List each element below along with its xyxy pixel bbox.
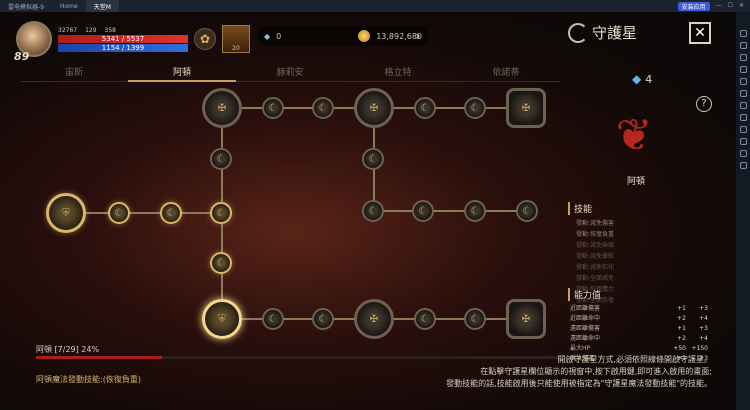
star-name: 阿頓 xyxy=(626,177,645,187)
star-node-selected[interactable]: ⛨ xyxy=(202,299,242,339)
aton-emblem-icon: ❦ xyxy=(615,109,653,161)
star-node[interactable]: ✠ xyxy=(354,88,394,128)
tab-game[interactable]: 天堂M xyxy=(85,0,119,12)
star-node-unlocked[interactable]: ☾ xyxy=(210,252,232,274)
stat-row: 最大HP +50 +150 xyxy=(570,345,708,352)
star-node[interactable]: ☾ xyxy=(464,308,486,330)
constellation-tree: ✠ ☾ ☾ ✠ ☾ ☾ ✠ ☾ ☾ ⛨ ☾ ☾ ☾ ☾ ☾ ☾ ☾ ☾ ⛨ ☾ … xyxy=(0,12,560,372)
sidebar-tool-icon[interactable] xyxy=(739,30,747,37)
star-node[interactable]: ☾ xyxy=(412,200,434,222)
emulator-sidebar xyxy=(736,12,750,410)
star-node[interactable]: ✠ xyxy=(202,88,242,128)
star-node[interactable]: ✠ xyxy=(354,299,394,339)
star-node[interactable]: ☾ xyxy=(262,308,284,330)
star-node[interactable]: ☾ xyxy=(464,97,486,119)
crystal-icon: ◆ xyxy=(632,72,642,86)
star-node-unlocked[interactable]: ☾ xyxy=(210,202,232,224)
skill-item: 發動:全面減免 xyxy=(576,275,615,282)
stats-heading: 能力值 xyxy=(568,288,601,301)
star-node[interactable]: ☾ xyxy=(312,97,334,119)
star-detail-panel: ◆ 4 ? ❦ 阿頓 技能 發動:減免傷害 發動:恢復負重 發動:減免麻痺 發動… xyxy=(566,72,716,372)
star-node-unlocked[interactable]: ☾ xyxy=(108,202,130,224)
star-node[interactable]: ☾ xyxy=(312,308,334,330)
page-title: 守護星 xyxy=(568,22,637,43)
sidebar-tool-icon[interactable] xyxy=(739,66,747,73)
star-node[interactable]: ☾ xyxy=(362,200,384,222)
star-node[interactable]: ☾ xyxy=(262,97,284,119)
star-node[interactable]: ☾ xyxy=(464,200,486,222)
guardian-logo-icon xyxy=(568,22,588,43)
sidebar-tool-icon[interactable] xyxy=(739,162,747,169)
stat-row: 近距離傷害 +1 +3 xyxy=(570,305,708,312)
star-node[interactable]: ✠ xyxy=(506,299,546,339)
skill-item: 發動:減免石化 xyxy=(576,264,615,271)
sidebar-tool-icon[interactable] xyxy=(739,102,747,109)
sidebar-tool-icon[interactable] xyxy=(739,42,747,49)
emulator-titlebar: 雷电模拟器-9 Home 天堂M 安装应用 — ☐ ✕ xyxy=(0,0,750,12)
skill-item: 發動:減免傷害 xyxy=(576,220,615,227)
emulator-app-title: 雷电模拟器-9 xyxy=(8,3,44,11)
install-app-button[interactable]: 安装应用 xyxy=(677,1,710,11)
crystal-counter: ◆ 4 xyxy=(632,72,653,86)
sidebar-tool-icon[interactable] xyxy=(739,78,747,85)
close-button[interactable]: ✕ xyxy=(689,22,711,44)
sidebar-tool-icon[interactable] xyxy=(739,114,747,121)
stat-row: 遠距離傷害 +1 +3 xyxy=(570,325,708,332)
help-button[interactable]: ? xyxy=(696,96,712,112)
star-node[interactable]: ☾ xyxy=(516,200,538,222)
star-node[interactable]: ☾ xyxy=(210,148,232,170)
skill-item: 發動:減免暈眩 xyxy=(576,253,615,260)
skill-item: 發動:恢復負重 xyxy=(576,231,615,238)
path-line xyxy=(66,212,222,214)
path-line xyxy=(373,210,528,212)
tab-home[interactable]: Home xyxy=(52,0,86,12)
stat-list: 近距離傷害 +1 +3 近距離命中 +2 +4 遠距離傷害 +1 +3 遠距離命中 +2 +4 … xyxy=(570,304,708,364)
skills-heading: 技能 xyxy=(568,202,592,215)
minimize-icon[interactable]: — xyxy=(716,2,722,11)
window-close-icon[interactable]: ✕ xyxy=(739,2,744,11)
star-node[interactable]: ☾ xyxy=(414,308,436,330)
game-screen: 89 32767 129 358 5341 / 5537 1154 / 1399… xyxy=(0,12,736,410)
sidebar-tool-icon[interactable] xyxy=(739,138,747,145)
star-node[interactable]: ☾ xyxy=(362,148,384,170)
stat-row: 近距離命中 +2 +4 xyxy=(570,315,708,322)
stat-row: 魔法傷害 +1 +3 xyxy=(570,355,708,362)
sidebar-tool-icon[interactable] xyxy=(739,54,747,61)
star-node-unlocked[interactable]: ⛨ xyxy=(46,193,86,233)
activation-skill-text: 阿頓魔法發動技能:(恢復負重) xyxy=(36,375,141,384)
skill-item: 發動:減免麻痺 xyxy=(576,242,615,249)
maximize-icon[interactable]: ☐ xyxy=(728,2,733,11)
sidebar-tool-icon[interactable] xyxy=(739,150,747,157)
star-node[interactable]: ✠ xyxy=(506,88,546,128)
progress-fill xyxy=(36,356,162,359)
sidebar-tool-icon[interactable] xyxy=(739,126,747,133)
progress-label: 阿頓 [7/29] 24% xyxy=(36,345,100,354)
stat-row: 遠距離命中 +2 +4 xyxy=(570,335,708,342)
star-node[interactable]: ☾ xyxy=(414,97,436,119)
star-node-unlocked[interactable]: ☾ xyxy=(160,202,182,224)
sidebar-tool-icon[interactable] xyxy=(739,90,747,97)
